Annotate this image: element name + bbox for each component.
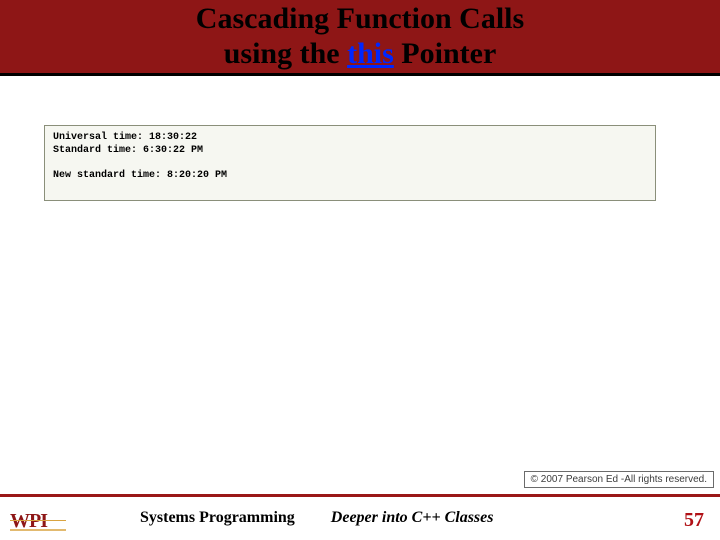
- footer-text: Systems Programming Deeper into C++ Clas…: [140, 509, 640, 527]
- program-output-box: Universal time: 18:30:22 Standard time: …: [44, 125, 656, 201]
- footer-topic: Deeper into C++ Classes: [331, 509, 494, 527]
- title-line-2-post: Pointer: [394, 37, 496, 70]
- wpi-logo: WPI: [10, 509, 70, 531]
- slide: Cascading Function Calls using the this …: [0, 0, 720, 540]
- title-line-2-pre: using the: [224, 37, 347, 70]
- output-line-1: Universal time: 18:30:22: [53, 132, 197, 143]
- title-keyword-this: this: [347, 37, 394, 70]
- output-line-2: Standard time: 6:30:22 PM: [53, 145, 203, 156]
- title-line-2: using the this Pointer: [0, 37, 720, 72]
- title-bar: Cascading Function Calls using the this …: [0, 0, 720, 76]
- copyright-notice: © 2007 Pearson Ed -All rights reserved.: [524, 471, 714, 488]
- footer-course: Systems Programming: [140, 509, 295, 527]
- output-line-3: New standard time: 8:20:20 PM: [53, 170, 227, 181]
- footer-bar: WPI Systems Programming Deeper into C++ …: [0, 494, 720, 540]
- title-line-1: Cascading Function Calls: [0, 2, 720, 37]
- page-number: 57: [684, 509, 704, 532]
